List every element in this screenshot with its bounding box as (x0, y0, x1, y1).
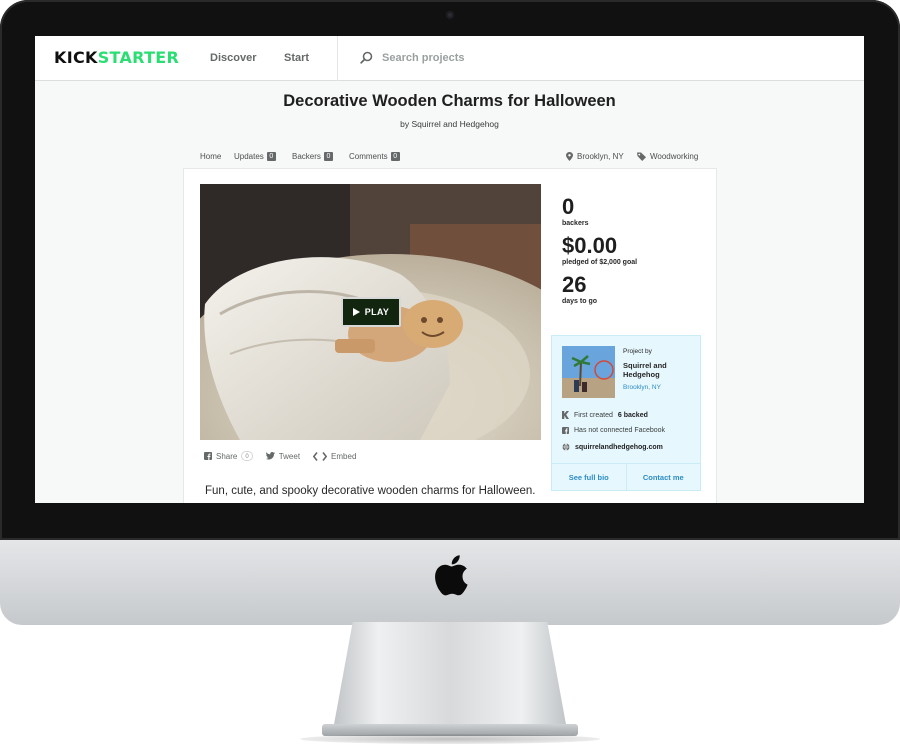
creator-actions: See full bio Contact me (552, 463, 700, 490)
contact-me-button[interactable]: Contact me (625, 464, 701, 490)
updates-count-badge: 0 (266, 152, 276, 161)
project-subnav: Home Updates 0 Backers 0 Comments 0 Broo… (200, 152, 702, 166)
location-pin-icon (566, 152, 573, 161)
creator-website-link[interactable]: squirrelandhedgehog.com (575, 444, 663, 451)
tag-icon (637, 152, 646, 161)
creator-location-link[interactable]: Brooklyn, NY (623, 384, 661, 391)
project-stats: 0 backers $0.00 pledged of $2,000 goal 2… (562, 196, 637, 313)
backers-count: 0 (562, 194, 575, 219)
creator-box: Project by Squirrel and Hedgehog Brookly… (551, 335, 701, 491)
facebook-icon (562, 427, 569, 434)
search-input[interactable] (382, 48, 682, 68)
tab-updates-label: Updates (234, 152, 264, 161)
project-video[interactable]: PLAY (200, 184, 541, 440)
globe-icon (562, 443, 570, 451)
tab-home[interactable]: Home (200, 152, 221, 161)
nav-start-link[interactable]: Start (284, 52, 309, 64)
tab-comments[interactable]: Comments 0 (349, 152, 400, 161)
top-navigation: KICKSTARTER Discover Start (35, 36, 864, 81)
creator-avatar[interactable] (562, 346, 615, 398)
tab-updates[interactable]: Updates 0 (234, 152, 276, 161)
tab-backers[interactable]: Backers 0 (292, 152, 333, 161)
apple-logo-icon (435, 555, 468, 596)
imac-monitor: KICKSTARTER Discover Start Decorative Wo… (0, 0, 900, 625)
project-byline: by Squirrel and Hedgehog (35, 119, 864, 129)
nav-divider (337, 36, 338, 81)
tab-backers-label: Backers (292, 152, 321, 161)
avatar-photo (562, 346, 615, 398)
embed-button[interactable]: Embed (313, 452, 356, 461)
imac-shadow (300, 734, 600, 744)
facebook-status: Has not connected Facebook (574, 427, 666, 434)
location-link[interactable]: Brooklyn, NY (566, 152, 624, 161)
logo-part-1: KICK (54, 48, 98, 67)
tab-home-label: Home (200, 152, 222, 161)
search-icon[interactable] (360, 51, 373, 64)
byline-creator-link[interactable]: Squirrel and Hedgehog (411, 119, 498, 129)
kickstarter-k-icon (562, 411, 569, 419)
camera-icon (446, 11, 454, 19)
creator-first-created-row: First created 6 backed (562, 411, 648, 419)
nav-discover-link[interactable]: Discover (210, 52, 256, 64)
tab-comments-label: Comments (349, 152, 388, 161)
facebook-icon (204, 452, 212, 460)
play-button[interactable]: PLAY (341, 297, 401, 327)
share-count: 0 (241, 451, 253, 461)
tweet-label: Tweet (278, 451, 301, 461)
first-created-label: First created (574, 411, 613, 419)
project-card: PLAY Share 0 Tweet Embed Fun, cute, and … (183, 168, 717, 503)
browser-screen: KICKSTARTER Discover Start Decorative Wo… (35, 36, 864, 503)
creator-facebook-row: Has not connected Facebook (562, 427, 665, 434)
pledged-label: pledged of $2,000 goal (562, 259, 638, 266)
days-to-go-label: days to go (562, 298, 598, 305)
backers-count-badge: 0 (323, 152, 333, 161)
backed-count-link[interactable]: 6 backed (618, 412, 648, 419)
logo-part-2: STARTER (97, 48, 180, 67)
share-bar: Share 0 Tweet Embed (204, 451, 369, 461)
creator-website-row: squirrelandhedgehog.com (562, 443, 663, 451)
project-by-label: Project by (623, 348, 652, 355)
category-label: Woodworking (650, 152, 699, 161)
pledged-amount: $0.00 (562, 233, 618, 258)
embed-code-icon (313, 451, 328, 461)
byline-prefix: by (400, 119, 410, 129)
share-label: Share (216, 451, 238, 461)
location-label: Brooklyn, NY (577, 152, 624, 161)
facebook-share-button[interactable]: Share 0 (204, 451, 253, 461)
creator-name-link[interactable]: Squirrel and Hedgehog (623, 361, 693, 379)
project-title: Decorative Wooden Charms for Halloween (283, 92, 616, 110)
see-full-bio-button[interactable]: See full bio (552, 464, 626, 490)
tweet-button[interactable]: Tweet (265, 451, 301, 461)
play-icon (352, 308, 360, 316)
imac-stand (332, 622, 568, 734)
play-label: PLAY (364, 307, 390, 317)
backers-label: backers (562, 220, 589, 227)
embed-label: Embed (331, 451, 357, 461)
project-blurb: Fun, cute, and spooky decorative wooden … (205, 485, 536, 497)
kickstarter-logo[interactable]: KICKSTARTER (54, 48, 179, 67)
twitter-icon (265, 452, 275, 460)
days-to-go-count: 26 (562, 272, 587, 297)
comments-count-badge: 0 (390, 152, 400, 161)
category-link[interactable]: Woodworking (637, 152, 698, 161)
